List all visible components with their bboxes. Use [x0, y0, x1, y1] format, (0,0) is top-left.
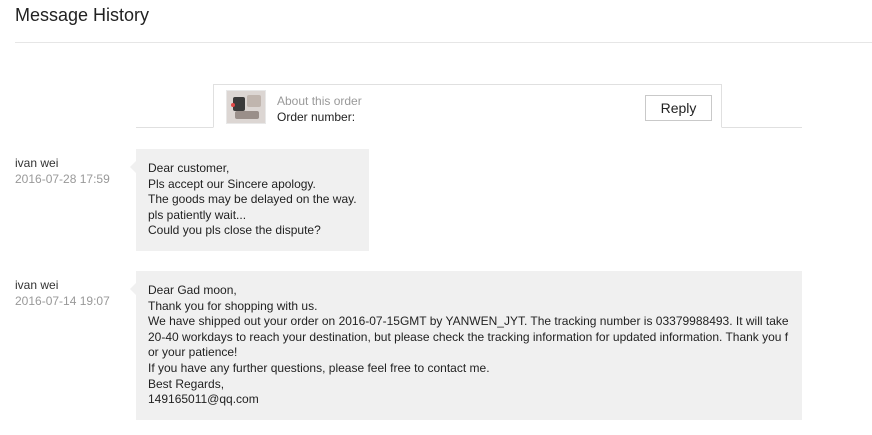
message-line: Dear Gad moon, — [148, 283, 237, 297]
message-bubble: Dear Gad moon, Thank you for shopping wi… — [130, 271, 802, 420]
message-line: If you have any further questions, pleas… — [148, 360, 490, 375]
message-line: Pls accept our Sincere apology. — [148, 176, 316, 191]
message-sender: ivan wei — [15, 278, 59, 292]
message-meta: ivan wei 2016-07-14 19:07 — [15, 277, 110, 309]
bubble-notch — [130, 283, 136, 295]
header-divider — [15, 42, 872, 43]
message-line: The goods may be delayed on the way. — [148, 192, 357, 207]
message-line: Best Regards, — [148, 376, 225, 391]
message-line: We have shipped out your order on 2016-0… — [148, 314, 789, 360]
message-sender: ivan wei — [15, 156, 59, 170]
reply-button[interactable]: Reply — [645, 95, 712, 121]
message-line: pls patiently wait... — [148, 207, 247, 222]
message-bubble: Dear customer, Pls accept our Sincere ap… — [130, 149, 369, 251]
message-line: Could you pls close the dispute? — [148, 223, 321, 238]
message-line: Dear customer, — [148, 161, 230, 175]
order-number-label: Order number: — [277, 110, 356, 124]
bubble-notch — [130, 161, 136, 173]
message-meta: ivan wei 2016-07-28 17:59 — [15, 155, 110, 187]
page-title: Message History — [15, 5, 150, 25]
message-timestamp: 2016-07-28 17:59 — [15, 172, 110, 186]
message-line: Thank you for shopping with us. — [148, 298, 318, 313]
product-thumbnail-image[interactable] — [226, 90, 266, 124]
order-info-panel: About this order Order number: Reply — [213, 84, 722, 128]
about-order-label: About this order — [277, 94, 362, 108]
message-timestamp: 2016-07-14 19:07 — [15, 294, 110, 308]
message-line: 149165011@qq.com — [148, 392, 259, 407]
